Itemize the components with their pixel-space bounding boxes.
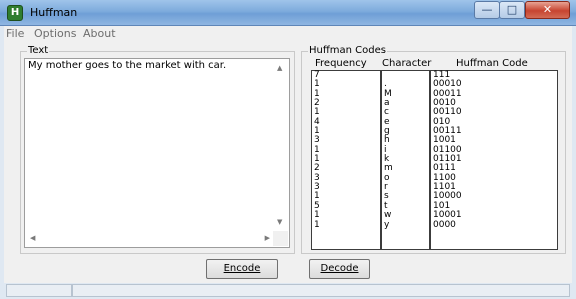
frequency-list[interactable]: 71121413112331511 bbox=[311, 70, 381, 250]
decode-button-label: Decode bbox=[320, 263, 359, 274]
maximize-button[interactable]: □ bbox=[499, 1, 525, 19]
huffman-code-list[interactable]: 111 00010 00011 0010 00110 010 00111 1001 01100 0… bbox=[430, 70, 558, 250]
menu-file[interactable]: File bbox=[6, 27, 24, 40]
frequency-item[interactable]: 1 bbox=[312, 145, 380, 155]
frequency-item[interactable]: 1 bbox=[312, 210, 380, 220]
scroll-right-icon[interactable]: ▶ bbox=[265, 234, 270, 242]
frequency-item[interactable]: 2 bbox=[312, 164, 380, 174]
menu-bar: File Options About bbox=[4, 26, 572, 41]
frequency-item[interactable]: 1 bbox=[312, 126, 380, 136]
character-item[interactable]: y bbox=[382, 220, 429, 230]
frequency-item[interactable]: 1 bbox=[312, 108, 380, 118]
status-bar bbox=[0, 283, 576, 299]
frequency-item[interactable]: 3 bbox=[312, 182, 380, 192]
scroll-up-icon[interactable]: ▲ bbox=[277, 64, 282, 72]
frequency-item[interactable]: 4 bbox=[312, 117, 380, 127]
menu-options[interactable]: Options bbox=[34, 27, 76, 40]
frequency-item[interactable]: 3 bbox=[312, 173, 380, 183]
title-bar: H Huffman — □ ✕ bbox=[0, 0, 576, 26]
frequency-item[interactable]: 2 bbox=[312, 98, 380, 108]
text-horizontal-scrollbar[interactable]: ◀ ▶ bbox=[26, 231, 274, 246]
app-icon: H bbox=[7, 5, 23, 21]
header-huffman-code: Huffman Code bbox=[456, 58, 528, 69]
codes-group-label: Huffman Codes bbox=[308, 45, 387, 56]
scroll-left-icon[interactable]: ◀ bbox=[30, 234, 35, 242]
huffman-code-item[interactable]: 0000 bbox=[431, 220, 557, 230]
header-character: Character bbox=[382, 58, 432, 69]
frequency-item[interactable]: 3 bbox=[312, 136, 380, 146]
header-frequency: Frequency bbox=[315, 58, 367, 69]
character-item[interactable]: i bbox=[382, 145, 429, 155]
scroll-down-icon[interactable]: ▼ bbox=[277, 218, 282, 226]
text-input[interactable]: My mother goes to the market with car. ▲… bbox=[24, 58, 290, 248]
character-item[interactable]: a bbox=[382, 98, 429, 108]
character-item[interactable]: h bbox=[382, 136, 429, 146]
status-panel-2 bbox=[72, 284, 570, 297]
scroll-corner bbox=[273, 231, 288, 246]
character-item[interactable] bbox=[382, 71, 429, 80]
character-list[interactable]: .Maceghikmorstwy bbox=[381, 70, 430, 250]
character-item[interactable]: w bbox=[382, 210, 429, 220]
frequency-item[interactable]: 5 bbox=[312, 201, 380, 211]
window-title: Huffman bbox=[30, 6, 78, 19]
frequency-item[interactable]: 1 bbox=[312, 192, 380, 202]
frequency-item[interactable]: 7 bbox=[312, 70, 380, 80]
character-item[interactable]: s bbox=[382, 192, 429, 202]
close-button[interactable]: ✕ bbox=[525, 1, 570, 19]
text-vertical-scrollbar[interactable]: ▲ ▼ bbox=[273, 60, 288, 230]
minimize-button[interactable]: — bbox=[474, 1, 500, 19]
encode-button[interactable]: Encode bbox=[206, 259, 278, 279]
status-panel-1 bbox=[6, 284, 72, 297]
frequency-item[interactable]: 1 bbox=[312, 154, 380, 164]
frequency-item[interactable]: 1 bbox=[312, 220, 380, 230]
frequency-item[interactable]: 1 bbox=[312, 79, 380, 89]
decode-button[interactable]: Decode bbox=[309, 259, 370, 279]
text-group-label: Text bbox=[27, 45, 50, 56]
text-content: My mother goes to the market with car. bbox=[28, 60, 227, 71]
menu-about[interactable]: About bbox=[83, 27, 116, 40]
frequency-item[interactable]: 1 bbox=[312, 89, 380, 99]
character-item[interactable]: o bbox=[382, 173, 429, 183]
character-item[interactable]: r bbox=[382, 182, 429, 192]
encode-button-label: Encode bbox=[223, 263, 261, 274]
